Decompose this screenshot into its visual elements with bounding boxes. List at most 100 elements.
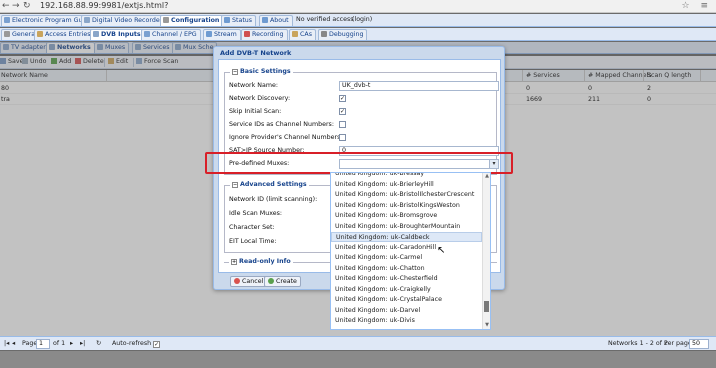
tab-label: CAs xyxy=(300,31,312,38)
network-id-label: Network ID (limit scanning): xyxy=(229,196,318,203)
first-page-icon[interactable]: |◂ xyxy=(4,340,9,347)
tab-configuration[interactable]: Configuration xyxy=(160,15,224,26)
tab-label: Stream xyxy=(214,31,237,38)
dropdown-option[interactable]: United Kingdom: uk-Carmel xyxy=(331,253,482,263)
url-field[interactable]: 192.168.88.99:9981/extjs.html? xyxy=(40,1,168,10)
collapse-toggle-icon[interactable]: − xyxy=(232,69,238,75)
readonly-info-legend[interactable]: + Read-only Info xyxy=(229,258,293,265)
key-icon xyxy=(292,31,298,37)
tab-label: Configuration xyxy=(171,17,220,24)
dropdown-option[interactable]: United Kingdom: uk-BrierleyHill xyxy=(331,180,482,190)
create-label: Create xyxy=(276,278,297,285)
tab-cas[interactable]: CAs xyxy=(289,29,316,40)
paging-summary: Networks 1 - 2 of 2 xyxy=(608,340,668,347)
dropdown-option[interactable]: United Kingdom: uk-Chesterfield xyxy=(331,274,482,284)
tab-channel-epg[interactable]: Channel / EPG xyxy=(141,29,201,40)
dialog-title: Add DVB-T Network xyxy=(220,49,292,57)
login-link[interactable]: (login) xyxy=(352,16,372,23)
dropdown-option[interactable]: United Kingdom: uk-Bromsgrove xyxy=(331,211,482,221)
refresh-icon[interactable]: ↻ xyxy=(96,340,101,347)
mouse-cursor-icon: ↖ xyxy=(437,245,446,256)
cancel-button[interactable]: Cancel xyxy=(230,276,268,287)
channel-icon xyxy=(144,31,150,37)
skip-initial-scan-checkbox[interactable]: ✓ xyxy=(339,108,346,115)
dropdown-option[interactable]: United Kingdom: uk-Chatton xyxy=(331,264,482,274)
skip-initial-scan-label: Skip Initial Scan: xyxy=(229,108,282,115)
dropdown-option[interactable]: United Kingdom: uk-BristolIlchesterCresc… xyxy=(331,190,482,200)
main-tab-bar: Electronic Program Guide Digital Video R… xyxy=(0,14,716,27)
service-ids-checkbox[interactable] xyxy=(339,121,346,128)
tab-stream[interactable]: Stream xyxy=(203,29,241,40)
prev-page-icon[interactable]: ◂ xyxy=(12,340,15,347)
tab-label: About xyxy=(270,17,289,24)
tab-dvb-inputs[interactable]: DVB Inputs xyxy=(90,29,145,40)
epg-icon xyxy=(4,17,10,23)
tab-label: Debugging xyxy=(329,31,364,38)
tab-dvr[interactable]: Digital Video Recorder xyxy=(81,15,167,26)
back-arrow-icon[interactable]: ← xyxy=(2,1,10,11)
tab-label: Channel / EPG xyxy=(152,31,197,38)
network-discovery-checkbox[interactable]: ✓ xyxy=(339,95,346,102)
advanced-settings-legend[interactable]: − Advanced Settings xyxy=(230,181,309,188)
ignore-provider-checkbox[interactable] xyxy=(339,134,346,141)
network-discovery-label: Network Discovery: xyxy=(229,95,291,102)
character-set-label: Character Set: xyxy=(229,224,275,231)
collapse-toggle-icon[interactable]: − xyxy=(232,182,238,188)
bug-icon xyxy=(321,31,327,37)
per-page-select[interactable]: 50 xyxy=(689,339,709,349)
create-button[interactable]: Create xyxy=(264,276,301,287)
dropdown-option[interactable]: United Kingdom: uk-BroughterMountain xyxy=(331,222,482,232)
dropdown-option[interactable]: United Kingdom: uk-Craigkelly xyxy=(331,285,482,295)
dropdown-option[interactable]: United Kingdom: uk-Caldbeck xyxy=(331,232,482,242)
dropdown-option[interactable]: United Kingdom: uk-Bressay xyxy=(331,173,482,179)
dropdown-option[interactable]: United Kingdom: uk-CaradonHill xyxy=(331,243,482,253)
auto-refresh-checkbox[interactable]: ✓ xyxy=(153,341,161,348)
tab-access-entries[interactable]: Access Entries xyxy=(34,29,95,40)
dropdown-option[interactable]: United Kingdom: uk-CrystalPalace xyxy=(331,295,482,305)
highlight-annotation xyxy=(205,152,513,174)
network-name-input[interactable]: UK_dvb-t xyxy=(339,81,499,91)
info-icon xyxy=(262,17,268,23)
key-icon xyxy=(37,31,43,37)
dropdown-option[interactable]: United Kingdom: uk-BristolKingsWeston xyxy=(331,201,482,211)
network-name-label: Network Name: xyxy=(229,82,278,89)
tab-status[interactable]: Status xyxy=(221,15,257,26)
predefined-muxes-list[interactable]: United Kingdom: uk-Bressay United Kingdom… xyxy=(330,172,491,330)
idle-scan-label: Idle Scan Muxes: xyxy=(229,210,283,217)
eit-local-time-label: EIT Local Time: xyxy=(229,238,277,245)
create-icon xyxy=(268,278,274,284)
service-ids-label: Service IDs as Channel Numbers: xyxy=(229,121,334,128)
last-page-icon[interactable]: ▸| xyxy=(80,340,85,347)
dropdown-option[interactable]: United Kingdom: uk-Divis xyxy=(331,316,482,326)
browser-menu-icons[interactable]: ☆ ≡ xyxy=(682,1,712,11)
paging-toolbar: |◂ ◂ Page 1 of 1 ▸ ▸| ↻ Auto-refresh ✓ N… xyxy=(0,336,716,350)
tab-label: DVB Inputs xyxy=(101,31,141,38)
gear-icon xyxy=(4,31,10,37)
basic-settings-legend[interactable]: − Basic Settings xyxy=(230,68,293,75)
bottom-strip xyxy=(0,351,716,368)
tab-recording[interactable]: Recording xyxy=(241,29,288,40)
auto-refresh-toggle[interactable]: Auto-refresh ✓ xyxy=(112,340,161,348)
tab-debugging[interactable]: Debugging xyxy=(318,29,368,40)
tab-label: Recording xyxy=(252,31,284,38)
forward-arrow-icon[interactable]: → xyxy=(12,1,20,11)
config-tab-bar: General Access Entries DVB Inputs Channe… xyxy=(0,28,716,41)
dropdown-scrollbar[interactable]: ▲ ▼ xyxy=(482,173,490,329)
tab-about[interactable]: About xyxy=(259,15,293,26)
scroll-down-icon[interactable]: ▼ xyxy=(483,322,490,328)
cancel-label: Cancel xyxy=(242,278,264,285)
basic-settings-label: Basic Settings xyxy=(240,68,291,75)
access-status: No verified access xyxy=(296,16,354,23)
scroll-up-icon[interactable]: ▲ xyxy=(483,173,490,179)
status-icon xyxy=(224,17,230,23)
expand-toggle-icon[interactable]: + xyxy=(231,259,237,265)
dropdown-option[interactable]: United Kingdom: uk-Darvel xyxy=(331,306,482,316)
gear-icon xyxy=(163,17,169,23)
tab-label: Access Entries xyxy=(45,31,91,38)
dvr-icon xyxy=(84,17,90,23)
page-number-input[interactable]: 1 xyxy=(36,339,50,349)
record-icon xyxy=(244,31,250,37)
reload-icon[interactable]: ↻ xyxy=(23,1,31,11)
next-page-icon[interactable]: ▸ xyxy=(70,340,73,347)
scrollbar-thumb[interactable] xyxy=(484,301,489,312)
